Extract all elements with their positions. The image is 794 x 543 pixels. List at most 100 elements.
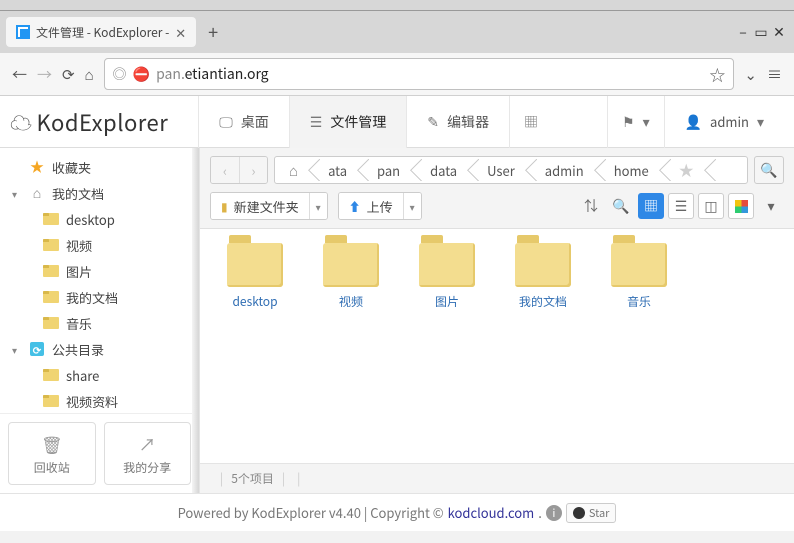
folder-icon — [515, 243, 571, 287]
user-name: admin — [710, 112, 749, 131]
folder-item[interactable]: 我的文档 — [498, 243, 588, 310]
url-input[interactable]: ◎ ⛔ pan.etiantian.org ☆ — [104, 58, 735, 90]
app-header: ☁ KodExplorer 🖵 桌面 ☰ 文件管理 ✎ 编辑器 ▦ ⚑ ▾ 👤 … — [0, 96, 794, 148]
window-min-icon[interactable]: – — [734, 22, 752, 42]
footer-link[interactable]: kodcloud.com — [448, 503, 535, 522]
view-list-icon[interactable]: ☰ — [668, 193, 694, 219]
tree-item[interactable]: 我的文档 — [0, 284, 185, 310]
flag-icon: ⚑ — [622, 112, 635, 132]
tree-item-label: 视频资料 — [66, 392, 118, 411]
home-icon: ⌂ — [33, 183, 41, 203]
brand-text: KodExplorer — [37, 106, 169, 138]
nav-reload-icon[interactable]: ⟳ — [62, 64, 75, 85]
new-folder-dropdown[interactable]: ▾ — [309, 193, 327, 219]
bookmark-star-icon[interactable]: ☆ — [709, 62, 725, 86]
breadcrumb-item[interactable]: home — [600, 157, 665, 183]
tab-desktop[interactable]: 🖵 桌面 — [198, 96, 289, 148]
tree-item-label: 我的文档 — [66, 288, 118, 307]
tree-item[interactable]: desktop — [0, 206, 185, 232]
insecure-lock-icon[interactable]: ⛔ — [133, 64, 156, 84]
flag-menu[interactable]: ⚑ ▾ — [607, 96, 664, 148]
upload-button[interactable]: ⬆ 上传 — [339, 193, 403, 219]
github-icon — [573, 507, 585, 519]
folder-icon — [43, 395, 59, 407]
view-settings-dropdown[interactable]: ▾ — [758, 193, 784, 219]
nav-forward-icon: → — [37, 64, 52, 85]
breadcrumb-fav-icon[interactable]: ★ — [665, 157, 710, 183]
tree-item-label: desktop — [66, 210, 115, 229]
tree-favorites[interactable]: ★ 收藏夹 — [0, 154, 185, 180]
folder-name: 视频 — [339, 293, 363, 310]
tree-mydocs[interactable]: ▾ ⌂ 我的文档 — [0, 180, 185, 206]
status-bar: | 5个项目 | | — [200, 463, 794, 493]
info-icon[interactable]: i — [546, 505, 562, 521]
folder-item[interactable]: 图片 — [402, 243, 492, 310]
folder-item[interactable]: 视频 — [306, 243, 396, 310]
new-folder-label: 新建文件夹 — [234, 197, 299, 216]
app-footer: Powered by KodExplorer v4.40 | Copyright… — [0, 493, 794, 531]
my-share-button[interactable]: ↗ 我的分享 — [104, 422, 192, 485]
breadcrumb-item[interactable]: pan — [363, 157, 416, 183]
tab-files[interactable]: ☰ 文件管理 — [289, 96, 407, 148]
folder-name: desktop — [232, 293, 277, 310]
tab-files-label: 文件管理 — [330, 112, 386, 132]
tab-editor[interactable]: ✎ 编辑器 — [406, 96, 509, 148]
user-menu[interactable]: 👤 admin ▾ — [664, 96, 784, 148]
nav-home-icon[interactable]: ⌂ — [85, 64, 94, 85]
history-back-icon[interactable]: ‹ — [211, 157, 239, 183]
view-grid-icon[interactable]: ▦ — [638, 193, 664, 219]
breadcrumb-item[interactable]: admin — [531, 157, 600, 183]
zoom-icon[interactable]: 🔍 — [608, 193, 634, 219]
recycle-bin-button[interactable]: 🗑 回收站 — [8, 422, 96, 485]
folder-icon — [43, 213, 59, 225]
folder-item[interactable]: desktop — [210, 243, 300, 310]
tree-item[interactable]: 音乐 — [0, 310, 185, 336]
breadcrumb-item[interactable]: ata — [314, 157, 363, 183]
history-forward-icon[interactable]: › — [239, 157, 267, 183]
sort-icon[interactable]: ⇅ — [578, 193, 604, 219]
tree-item[interactable]: 图片 — [0, 258, 185, 284]
github-star-button[interactable]: Star — [566, 503, 617, 523]
upload-label: 上传 — [367, 197, 393, 216]
pocket-icon[interactable]: ⌄ — [744, 64, 757, 85]
nav-back-icon[interactable]: ← — [12, 64, 27, 85]
close-tab-icon[interactable]: ✕ — [175, 23, 186, 42]
ff-menu-icon[interactable]: ≡ — [767, 64, 782, 85]
folder-icon — [611, 243, 667, 287]
brand-logo[interactable]: ☁ KodExplorer — [10, 106, 168, 138]
window-max-icon[interactable]: ▭ — [752, 22, 770, 42]
trash-icon: 🗑 — [41, 431, 63, 456]
folder-icon: ▮ — [221, 198, 228, 215]
chevron-down-icon: ▾ — [757, 112, 764, 132]
tab-apps[interactable]: ▦ — [509, 96, 552, 148]
tab-favicon — [16, 25, 30, 39]
tracking-shield-icon[interactable]: ◎ — [113, 64, 133, 84]
sidebar-scrollbar[interactable] — [192, 148, 199, 493]
cloud-icon: ☁ — [10, 106, 33, 138]
view-settings-icon[interactable] — [728, 193, 754, 219]
file-grid[interactable]: desktop 视频 图片 我的文档 音乐 — [200, 228, 794, 463]
footer-dot: . — [538, 503, 542, 522]
monitor-icon: 🖵 — [219, 112, 233, 132]
tree-public[interactable]: ▾ ⟳ 公共目录 — [0, 336, 185, 362]
tree-item[interactable]: share — [0, 362, 185, 388]
collapse-icon[interactable]: ▾ — [12, 342, 17, 357]
new-tab-button[interactable]: + — [208, 19, 218, 45]
view-split-icon[interactable]: ◫ — [698, 193, 724, 219]
collapse-icon[interactable]: ▾ — [12, 186, 17, 201]
search-button[interactable]: 🔍 — [754, 156, 784, 184]
tree-item[interactable]: 视频 — [0, 232, 185, 258]
upload-dropdown[interactable]: ▾ — [403, 193, 421, 219]
folder-name: 音乐 — [627, 293, 651, 310]
folder-item[interactable]: 音乐 — [594, 243, 684, 310]
public-icon: ⟳ — [30, 342, 44, 356]
window-close-icon[interactable]: ✕ — [770, 22, 788, 42]
tree-item[interactable]: 视频资料 — [0, 388, 185, 413]
chevron-down-icon: ▾ — [643, 112, 650, 132]
breadcrumb-item[interactable]: data — [416, 157, 473, 183]
browser-tab-active[interactable]: 文件管理 - KodExplorer - ✕ — [6, 17, 196, 47]
upload-icon: ⬆ — [349, 198, 361, 215]
breadcrumb-home[interactable]: ⌂ — [275, 157, 314, 183]
breadcrumb-item[interactable]: User — [473, 157, 531, 183]
new-folder-button[interactable]: ▮ 新建文件夹 — [211, 193, 309, 219]
